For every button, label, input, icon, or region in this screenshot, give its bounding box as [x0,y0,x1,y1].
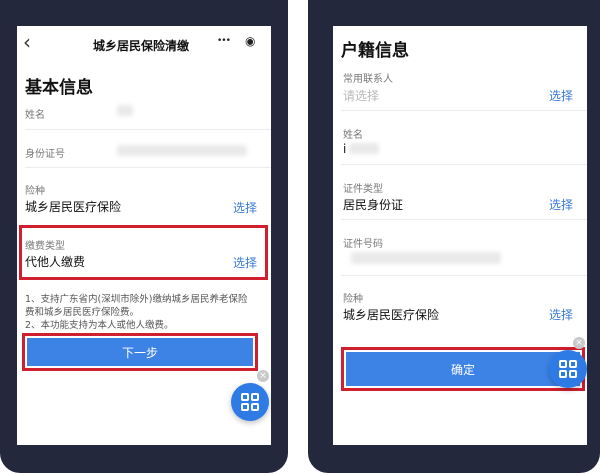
divider [25,129,271,130]
payment-type-select-button[interactable]: 选择 [233,254,257,271]
page-title: 城乡居民保险清缴 [93,39,190,53]
grid-menu-button[interactable] [231,383,269,421]
cert-type-select-button[interactable]: 选择 [549,196,573,213]
insurance-type-label: 险种 [343,294,363,305]
divider [341,164,587,165]
right-phone-screen: 户籍信息 常用联系人 请选择 选择 姓名 i 证件类型 居民身份证 选择 证件号… [333,26,587,445]
insurance-type-value: 城乡居民医疗保险 [343,308,440,322]
payment-type-value: 代他人缴费 [25,255,86,269]
payment-type-label: 缴费类型 [25,241,65,252]
divider [341,219,587,220]
name-label: 姓名 [343,130,363,141]
grid-icon [241,393,249,401]
divider [341,110,587,111]
next-button[interactable]: 下一步 [27,338,253,366]
id-label: 身份证号 [25,149,65,160]
grid-menu-button[interactable] [549,350,587,388]
notice-line: 2、本功能支持为本人或他人缴费。 [25,320,174,331]
left-phone-screen: ‹ 城乡居民保险清缴 ••• ◉ 基本信息 姓名 身份证号 险种 城乡居民医疗保… [17,26,271,445]
cert-type-label: 证件类型 [343,184,383,195]
grid-icon [559,360,567,368]
cert-no-redacted [351,252,501,264]
insurance-type-select-button[interactable]: 选择 [233,199,257,216]
id-value-redacted [117,145,247,156]
cert-type-value: 居民身份证 [343,198,404,212]
section-title-household-info: 户籍信息 [341,41,409,61]
grid-icon [251,403,259,411]
name-value-partial: i [343,142,347,156]
divider [25,167,271,168]
section-title-basic-info: 基本信息 [25,78,93,98]
target-icon[interactable]: ◉ [245,34,255,48]
contact-select-button[interactable]: 选择 [549,87,573,104]
grid-icon [559,370,567,378]
contact-label: 常用联系人 [343,74,393,85]
close-icon[interactable]: × [257,370,269,382]
notice-line: 1、支持广东省内(深圳市除外)缴纳城乡居民养老保险 [25,294,248,305]
divider [341,275,587,276]
insurance-type-value: 城乡居民医疗保险 [25,200,122,214]
name-value-redacted [117,105,133,116]
more-icon[interactable]: ••• [217,36,231,46]
insurance-type-label: 险种 [25,186,45,197]
name-value-redacted [349,143,379,154]
close-icon[interactable]: × [573,337,585,349]
contact-placeholder: 请选择 [343,89,380,103]
notice-line: 费和城乡居民医疗保险费。 [25,307,140,318]
back-icon[interactable]: ‹ [23,32,31,52]
grid-icon [251,393,259,401]
grid-icon [569,370,577,378]
grid-icon [569,360,577,368]
insurance-type-select-button[interactable]: 选择 [549,306,573,323]
cert-no-label: 证件号码 [343,239,383,250]
grid-icon [241,403,249,411]
name-label: 姓名 [25,110,45,121]
confirm-button[interactable]: 确定 [346,352,580,386]
